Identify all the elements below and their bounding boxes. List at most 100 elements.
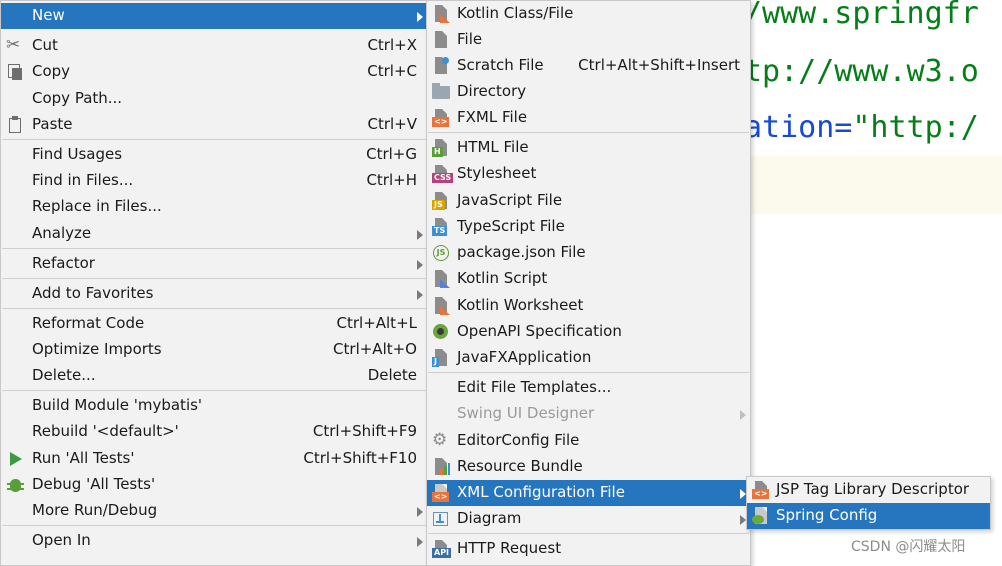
submenu-arrow-icon — [417, 12, 423, 22]
menu-item-javascript-file[interactable]: JS JavaScript File — [427, 188, 750, 214]
menu-item-more-run-debug[interactable]: More Run/Debug — [1, 498, 427, 524]
menu-item-shortcut: Ctrl+Alt+Shift+Insert — [578, 56, 740, 74]
menu-item-label: HTTP Request — [457, 539, 562, 557]
menu-item-label: FXML File — [457, 108, 528, 126]
submenu-arrow-icon — [417, 260, 423, 270]
menu-item-stylesheet[interactable]: CSS Stylesheet — [427, 161, 750, 187]
current-line-highlight — [744, 156, 1002, 214]
submenu-arrow-icon — [417, 537, 423, 547]
menu-item-label: File — [457, 30, 483, 48]
menu-item-delete[interactable]: Delete... Delete — [1, 363, 427, 389]
menu-separator — [2, 248, 426, 249]
menu-item-shortcut: Ctrl+H — [366, 171, 417, 189]
menu-item-reformat-code[interactable]: Reformat Code Ctrl+Alt+L — [1, 311, 427, 337]
xml-file-icon: <> — [432, 484, 450, 502]
menu-item-editorconfig-file[interactable]: ⚙ EditorConfig File — [427, 428, 750, 454]
xml-file-icon: <> — [752, 481, 770, 499]
menu-item-refactor[interactable]: Refactor — [1, 251, 427, 277]
menu-item-label: XML Configuration File — [457, 483, 625, 501]
menu-item-label: JSP Tag Library Descriptor — [776, 480, 970, 498]
copy-icon — [6, 63, 24, 81]
menu-item-find-in-files[interactable]: Find in Files... Ctrl+H — [1, 168, 427, 194]
menu-item-new[interactable]: New — [1, 3, 427, 29]
menu-item-shortcut: Ctrl+G — [366, 145, 417, 163]
menu-item-label: Rebuild '<default>' — [32, 422, 179, 440]
menu-item-openapi-specification[interactable]: OpenAPI Specification — [427, 319, 750, 345]
menu-item-xml-configuration-file[interactable]: <> XML Configuration File — [427, 480, 750, 506]
menu-item-spring-config[interactable]: Spring Config — [747, 503, 990, 529]
menu-item-paste[interactable]: Paste Ctrl+V — [1, 112, 427, 138]
menu-item-shortcut: Ctrl+Alt+O — [333, 340, 417, 358]
menu-item-analyze[interactable]: Analyze — [1, 221, 427, 247]
submenu-arrow-icon — [417, 290, 423, 300]
menu-item-jsp-tag-library-descriptor[interactable]: <> JSP Tag Library Descriptor — [747, 477, 990, 503]
menu-item-open-in[interactable]: Open In — [1, 528, 427, 554]
menu-item-copy[interactable]: Copy Ctrl+C — [1, 59, 427, 85]
menu-item-label: HTML File — [457, 138, 529, 156]
menu-item-html-file[interactable]: H HTML File — [427, 135, 750, 161]
menu-item-directory[interactable]: Directory — [427, 79, 750, 105]
menu-item-shortcut: Ctrl+V — [367, 115, 417, 133]
menu-item-label: Swing UI Designer — [457, 404, 595, 422]
menu-item-package-json-file[interactable]: JS package.json File — [427, 240, 750, 266]
menu-item-scratch-file[interactable]: Scratch File Ctrl+Alt+Shift+Insert — [427, 53, 750, 79]
menu-item-label: Debug 'All Tests' — [32, 475, 156, 493]
menu-item-label: Stylesheet — [457, 164, 537, 182]
menu-item-rebuild[interactable]: Rebuild '<default>' Ctrl+Shift+F9 — [1, 419, 427, 445]
menu-item-cut[interactable]: ✂ Cut Ctrl+X — [1, 33, 427, 59]
menu-item-label: Open In — [32, 531, 91, 549]
menu-item-build-module[interactable]: Build Module 'mybatis' — [1, 393, 427, 419]
api-icon: API — [432, 540, 452, 558]
menu-item-kotlin-script[interactable]: Kotlin Script — [427, 266, 750, 292]
menu-item-typescript-file[interactable]: TS TypeScript File — [427, 214, 750, 240]
debug-icon — [6, 476, 24, 494]
menu-item-label: New — [32, 6, 65, 24]
menu-item-label: Kotlin Class/File — [457, 4, 574, 22]
menu-item-resource-bundle[interactable]: Resource Bundle — [427, 454, 750, 480]
scissors-icon: ✂ — [6, 35, 21, 55]
html-file-icon: H — [432, 139, 450, 157]
menu-item-label: Analyze — [32, 224, 92, 242]
kotlin-file-icon — [432, 5, 450, 23]
menu-item-label: Kotlin Script — [457, 269, 548, 287]
menu-item-shortcut: Ctrl+Shift+F10 — [303, 449, 417, 467]
menu-item-label: Spring Config — [776, 506, 878, 524]
menu-item-find-usages[interactable]: Find Usages Ctrl+G — [1, 142, 427, 168]
menu-item-label: package.json File — [457, 243, 586, 261]
menu-item-label: JavaScript File — [457, 191, 563, 209]
menu-item-edit-file-templates[interactable]: Edit File Templates... — [427, 375, 750, 401]
menu-item-javafx-application[interactable]: J JavaFXApplication — [427, 345, 750, 371]
menu-item-label: Run 'All Tests' — [32, 449, 135, 467]
menu-item-debug-all-tests[interactable]: Debug 'All Tests' — [1, 472, 427, 498]
watermark: CSDN @闪耀太阳 — [851, 539, 966, 555]
folder-icon — [432, 83, 450, 101]
ts-file-icon: TS — [432, 218, 450, 236]
menu-item-http-request[interactable]: API HTTP Request — [427, 536, 750, 562]
menu-item-kotlin-class-file[interactable]: Kotlin Class/File — [427, 1, 750, 27]
menu-item-label: Delete... — [32, 366, 96, 384]
menu-item-copy-path[interactable]: Copy Path... — [1, 86, 427, 112]
menu-separator — [2, 278, 426, 279]
clipboard-icon — [6, 116, 24, 134]
menu-separator — [2, 139, 426, 140]
menu-item-label: Copy Path... — [32, 89, 123, 107]
menu-separator — [2, 390, 426, 391]
menu-item-add-to-favorites[interactable]: Add to Favorites — [1, 281, 427, 307]
menu-item-run-all-tests[interactable]: Run 'All Tests' Ctrl+Shift+F10 — [1, 446, 427, 472]
menu-item-shortcut: Ctrl+Alt+L — [336, 314, 418, 332]
menu-item-fxml-file[interactable]: <> FXML File — [427, 105, 750, 131]
menu-item-kotlin-worksheet[interactable]: Kotlin Worksheet — [427, 293, 750, 319]
menu-item-label: Build Module 'mybatis' — [32, 396, 203, 414]
menu-item-shortcut: Delete — [367, 366, 417, 384]
menu-item-replace-in-files[interactable]: Replace in Files... — [1, 194, 427, 220]
code-line: /www.springfr — [744, 0, 979, 31]
menu-item-label: Kotlin Worksheet — [457, 296, 584, 314]
xml-configuration-submenu: <> JSP Tag Library Descriptor Spring Con… — [746, 476, 991, 530]
menu-item-diagram[interactable]: Diagram — [427, 506, 750, 532]
nodejs-icon: JS — [432, 244, 450, 262]
xml-string: "http:/ — [852, 110, 979, 145]
javafx-icon: J — [432, 349, 450, 367]
menu-item-optimize-imports[interactable]: Optimize Imports Ctrl+Alt+O — [1, 337, 427, 363]
menu-item-file[interactable]: File — [427, 27, 750, 53]
openapi-icon — [432, 323, 450, 341]
